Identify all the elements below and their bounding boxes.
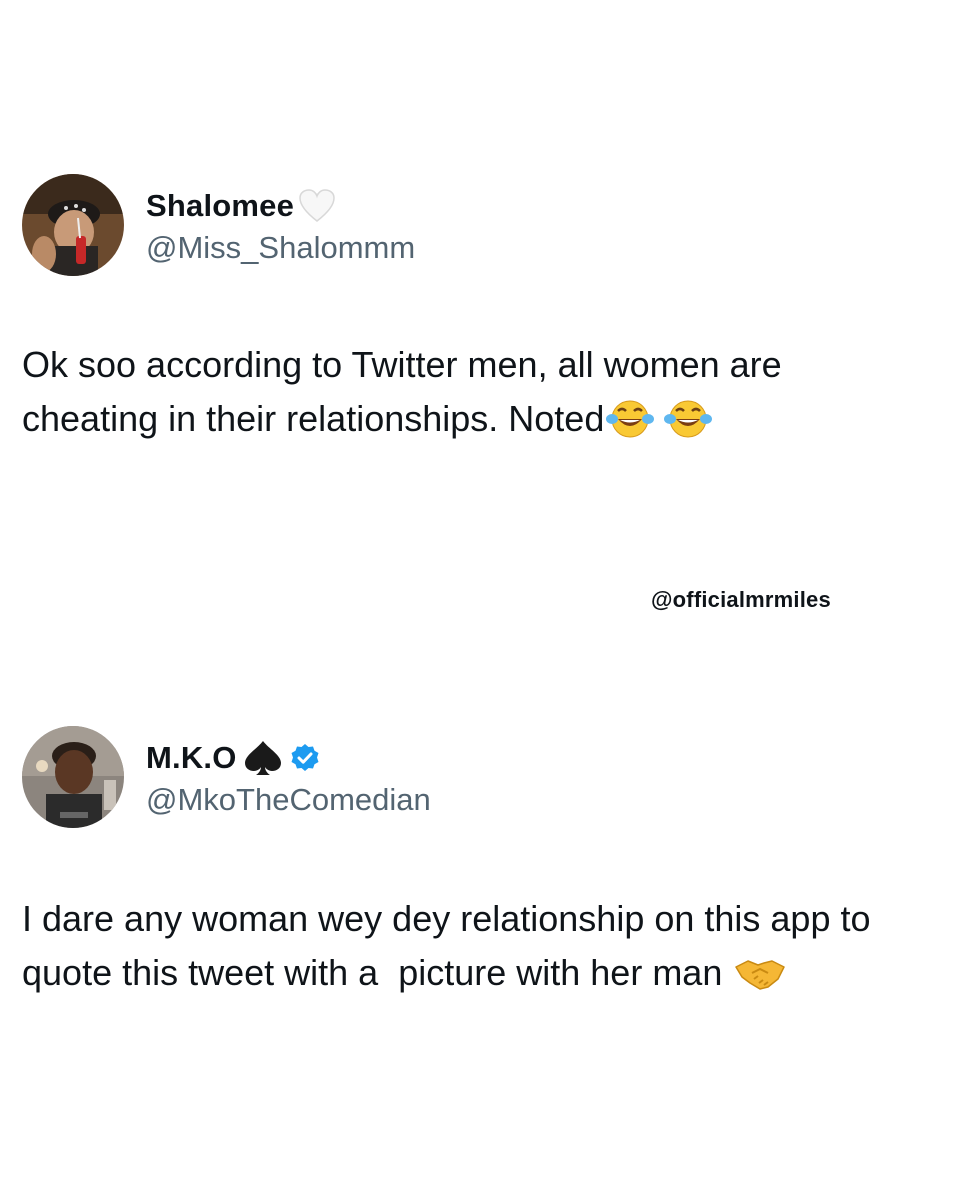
handle[interactable]: @Miss_Shalommm bbox=[146, 230, 415, 266]
tweet-text: I dare any woman wey dey relationship on… bbox=[22, 892, 922, 1008]
white-heart-icon bbox=[298, 188, 336, 224]
verified-badge-icon[interactable] bbox=[289, 742, 321, 774]
tweet-header: M.K.O @MkoTheComedian bbox=[22, 726, 922, 828]
tweet-header: Shalomee @Miss_Shalommm bbox=[22, 174, 922, 276]
tweet-text: Ok soo according to Twitter men, all wom… bbox=[22, 338, 922, 454]
watermark-handle: @officialmrmiles bbox=[651, 587, 831, 612]
tweet-card: M.K.O @MkoTheComedian I dare any woman w… bbox=[22, 726, 922, 1008]
face-with-tears-of-joy-icon bbox=[606, 397, 655, 454]
display-name[interactable]: Shalomee bbox=[146, 188, 294, 224]
avatar[interactable] bbox=[22, 726, 124, 828]
display-name[interactable]: M.K.O bbox=[146, 740, 237, 776]
handshake-icon bbox=[734, 953, 786, 1008]
spade-icon bbox=[243, 739, 283, 777]
face-with-tears-of-joy-icon bbox=[664, 397, 713, 454]
tweet-card: Shalomee @Miss_Shalommm Ok soo according… bbox=[22, 174, 922, 454]
handle[interactable]: @MkoTheComedian bbox=[146, 782, 431, 818]
avatar[interactable] bbox=[22, 174, 124, 276]
